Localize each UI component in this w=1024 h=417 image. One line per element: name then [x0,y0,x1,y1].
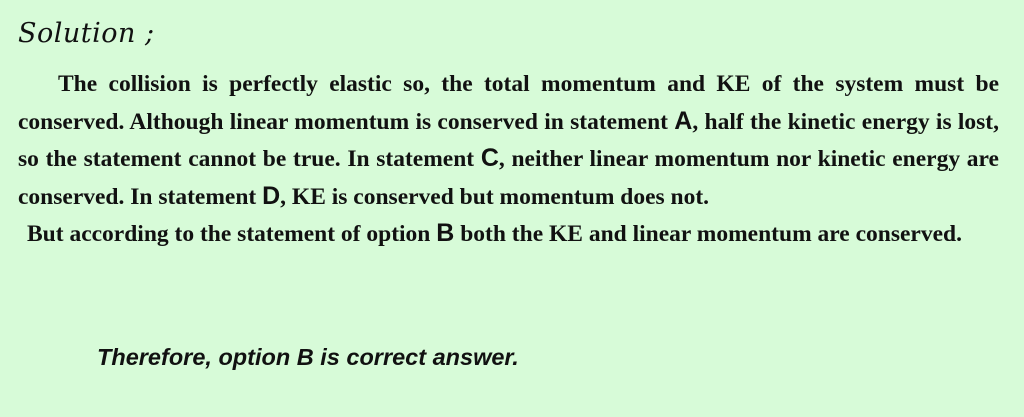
option-c-label: C [480,144,499,172]
conclusion-text: Therefore, option B is correct answer. [97,344,519,370]
option-a-label: A [674,106,693,135]
solution-heading: Solution ; [18,18,155,49]
option-b-paragraph: But according to the statement of option… [18,215,999,253]
paragraph-text: , KE is conserved but momentum does not. [280,183,710,210]
option-d-label: D [262,181,281,210]
paragraph-text: both the KE and linear momentum are cons… [454,221,962,247]
option-b-label: B [436,219,455,247]
paragraph-text: But according to the statement of option [27,221,437,247]
explanation-paragraph: The collision is perfectly elastic so, t… [18,66,999,215]
solution-body: The collision is perfectly elastic so, t… [18,66,999,253]
